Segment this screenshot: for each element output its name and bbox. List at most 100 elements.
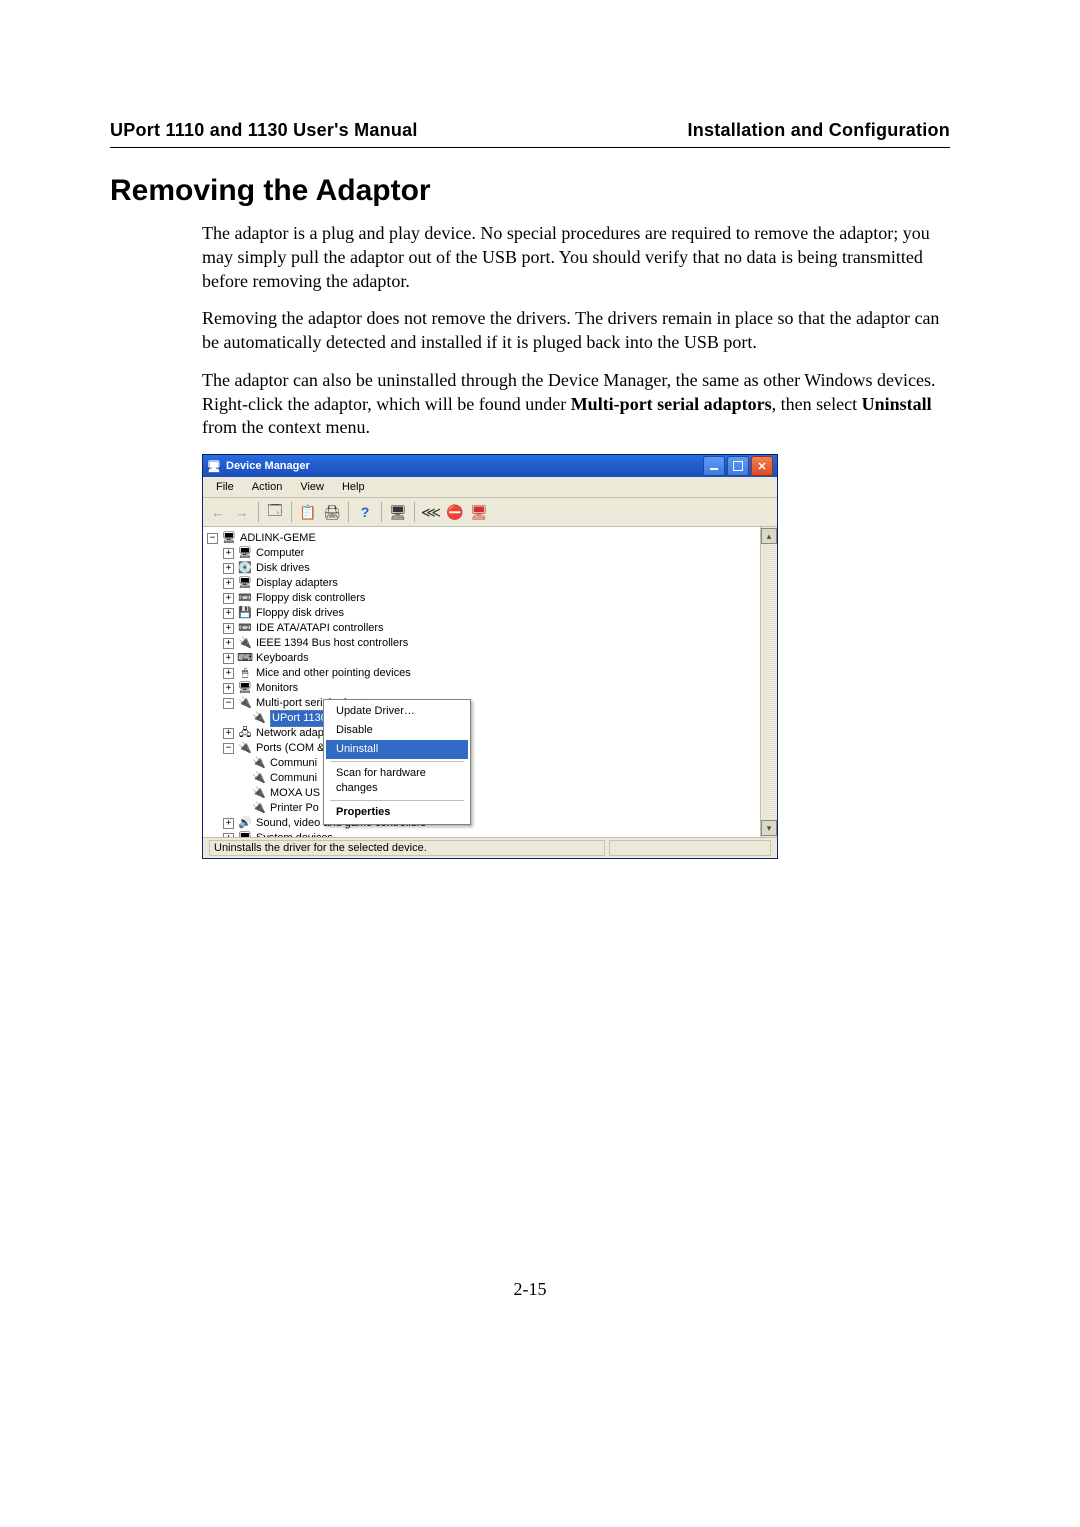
app-icon: 🖥 xyxy=(207,459,221,473)
status-cell-empty xyxy=(609,840,771,856)
ide-icon: 📼 xyxy=(238,622,252,636)
tree-item[interactable]: Monitors xyxy=(256,681,298,696)
disable-icon[interactable]: ⛔ xyxy=(444,501,466,523)
tree-item[interactable]: IDE ATA/ATAPI controllers xyxy=(256,621,384,636)
tree-item[interactable]: Mice and other pointing devices xyxy=(256,666,411,681)
paragraph-2: Removing the adaptor does not remove the… xyxy=(202,307,950,355)
menu-item-properties[interactable]: Properties xyxy=(326,803,468,822)
menu-view[interactable]: View xyxy=(293,480,331,494)
multiport-icon: 🔌 xyxy=(238,697,252,711)
expand-icon[interactable]: + xyxy=(223,653,234,664)
expand-icon[interactable]: + xyxy=(223,818,234,829)
help-icon[interactable]: ? xyxy=(354,501,376,523)
expand-icon[interactable]: + xyxy=(223,563,234,574)
system-icon: 🖥 xyxy=(238,832,252,838)
expand-icon[interactable]: + xyxy=(223,593,234,604)
header-right: Installation and Configuration xyxy=(688,120,951,141)
menu-item-update-driver[interactable]: Update Driver… xyxy=(326,702,468,721)
mouse-icon: 🖱 xyxy=(238,667,252,681)
display-icon: 🖥 xyxy=(238,577,252,591)
expand-icon[interactable]: + xyxy=(223,638,234,649)
paragraph-1: The adaptor is a plug and play device. N… xyxy=(202,222,950,293)
expand-icon[interactable]: + xyxy=(223,608,234,619)
tree-item[interactable]: Floppy disk drives xyxy=(256,606,344,621)
paragraph-3: The adaptor can also be uninstalled thro… xyxy=(202,369,950,440)
expand-icon[interactable]: + xyxy=(223,728,234,739)
tree-item[interactable]: Communi xyxy=(270,756,317,771)
page-header: UPort 1110 and 1130 User's Manual Instal… xyxy=(110,120,950,148)
device-manager-window: 🖥 Device Manager ✕ File Action View Help… xyxy=(202,454,778,859)
context-menu: Update Driver… Disable Uninstall Scan fo… xyxy=(323,699,471,825)
header-left: UPort 1110 and 1130 User's Manual xyxy=(110,120,418,141)
menu-item-disable[interactable]: Disable xyxy=(326,721,468,740)
port-icon: 🔌 xyxy=(252,772,266,786)
monitor-icon: 🖥 xyxy=(238,682,252,696)
uninstall-icon[interactable]: 🖥 xyxy=(468,501,490,523)
title-bar[interactable]: 🖥 Device Manager ✕ xyxy=(203,455,777,477)
collapse-icon[interactable]: − xyxy=(223,698,234,709)
keyboard-icon: ⌨ xyxy=(238,652,252,666)
tree-item[interactable]: Ports (COM & xyxy=(256,741,324,756)
scan-hardware-icon[interactable]: 🖥 xyxy=(387,501,409,523)
expand-icon[interactable]: + xyxy=(223,683,234,694)
back-button[interactable]: ← xyxy=(207,501,229,523)
tree-item[interactable]: Keyboards xyxy=(256,651,309,666)
expand-icon[interactable]: + xyxy=(223,548,234,559)
status-text: Uninstalls the driver for the selected d… xyxy=(209,840,605,856)
tree-root[interactable]: ADLINK-GEME xyxy=(240,531,316,546)
port-icon: 🔌 xyxy=(252,757,266,771)
expand-icon[interactable]: + xyxy=(223,623,234,634)
disk-icon: 💽 xyxy=(238,562,252,576)
status-bar: Uninstalls the driver for the selected d… xyxy=(203,837,777,858)
tree-item[interactable]: Floppy disk controllers xyxy=(256,591,365,606)
tree-item[interactable]: MOXA US xyxy=(270,786,320,801)
ieee1394-icon: 🔌 xyxy=(238,637,252,651)
port-icon: 🔌 xyxy=(252,787,266,801)
close-button[interactable]: ✕ xyxy=(751,456,773,476)
tree-item[interactable]: System devices xyxy=(256,831,333,837)
toolbar: ← → 🗔 📋 🖨 ? 🖥 ⋘ ⛔ 🖥 xyxy=(203,498,777,527)
adapter-icon: 🔌 xyxy=(252,712,266,726)
enable-icon[interactable]: ⋘ xyxy=(420,501,442,523)
tree-item[interactable]: IEEE 1394 Bus host controllers xyxy=(256,636,408,651)
minimize-button[interactable] xyxy=(703,456,725,476)
show-hide-tree-icon[interactable]: 🗔 xyxy=(264,501,286,523)
scroll-up-icon[interactable]: ▴ xyxy=(761,528,777,544)
window-title: Device Manager xyxy=(226,460,703,472)
tree-item-selected[interactable]: UPort 1130 xyxy=(270,710,329,727)
print-icon[interactable]: 🖨 xyxy=(321,501,343,523)
expand-icon[interactable]: − xyxy=(207,533,218,544)
sound-icon: 🔊 xyxy=(238,817,252,831)
ports-icon: 🔌 xyxy=(238,742,252,756)
expand-icon[interactable]: + xyxy=(223,833,234,837)
section-heading: Removing the Adaptor xyxy=(110,174,950,208)
tree-item[interactable]: Communi xyxy=(270,771,317,786)
controller-icon: 📼 xyxy=(238,592,252,606)
computer-root-icon: 🖥 xyxy=(222,532,236,546)
tree-item[interactable]: Display adapters xyxy=(256,576,338,591)
vertical-scrollbar[interactable]: ▴ ▾ xyxy=(760,527,777,837)
menu-item-scan[interactable]: Scan for hardware changes xyxy=(326,764,468,798)
forward-button[interactable]: → xyxy=(231,501,253,523)
page-number: 2-15 xyxy=(110,1279,950,1300)
expand-icon[interactable]: + xyxy=(223,578,234,589)
menu-help[interactable]: Help xyxy=(335,480,372,494)
properties-icon[interactable]: 📋 xyxy=(297,501,319,523)
menu-bar: File Action View Help xyxy=(203,477,777,498)
floppy-icon: 💾 xyxy=(238,607,252,621)
scroll-down-icon[interactable]: ▾ xyxy=(761,820,777,836)
expand-icon[interactable]: + xyxy=(223,668,234,679)
tree-item[interactable]: Network adap xyxy=(256,726,324,741)
body-text: The adaptor is a plug and play device. N… xyxy=(202,222,950,440)
tree-item[interactable]: Printer Po xyxy=(270,801,319,816)
computer-icon: 🖥 xyxy=(238,547,252,561)
menu-file[interactable]: File xyxy=(209,480,241,494)
menu-item-uninstall[interactable]: Uninstall xyxy=(326,740,468,759)
menu-action[interactable]: Action xyxy=(245,480,290,494)
tree-item[interactable]: Disk drives xyxy=(256,561,310,576)
device-tree[interactable]: −🖥ADLINK-GEME +🖥Computer +💽Disk drives +… xyxy=(203,527,760,837)
network-icon: 🖧 xyxy=(238,727,252,741)
maximize-button[interactable] xyxy=(727,456,749,476)
collapse-icon[interactable]: − xyxy=(223,743,234,754)
tree-item[interactable]: Computer xyxy=(256,546,304,561)
